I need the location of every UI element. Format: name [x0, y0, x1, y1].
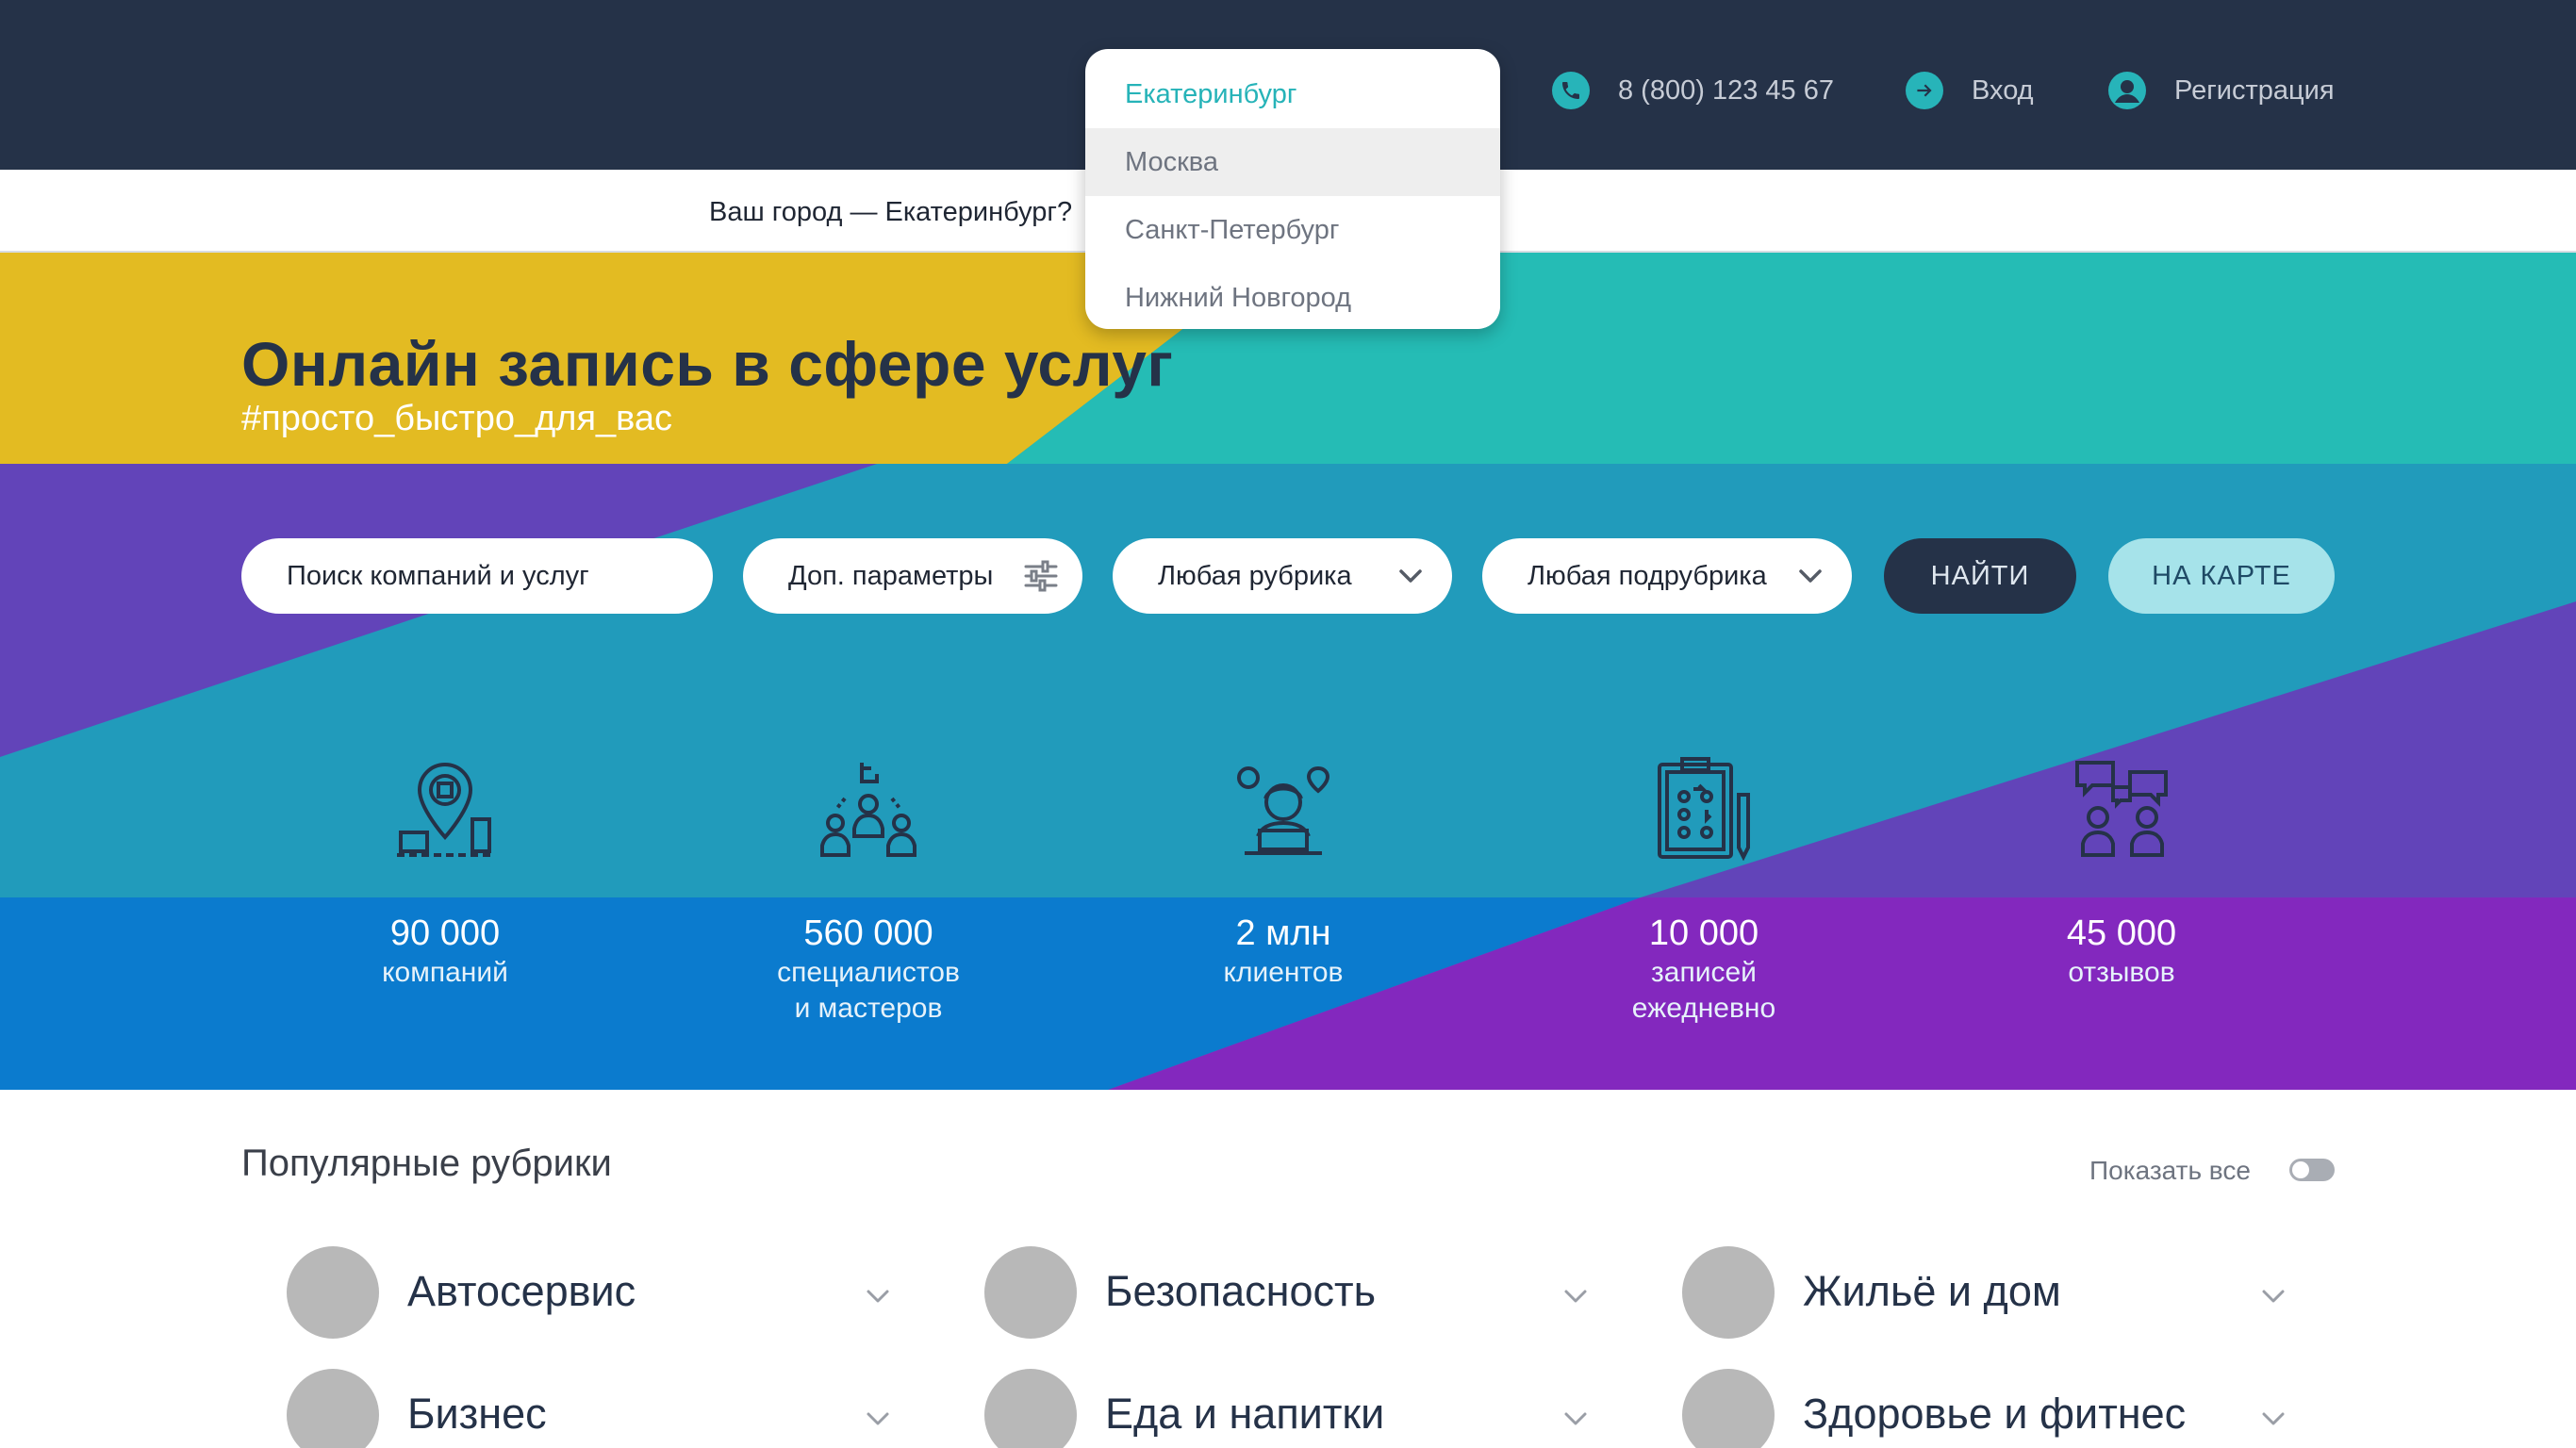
- chevron-down-icon[interactable]: [2259, 1282, 2287, 1310]
- login-link[interactable]: Вход: [1906, 62, 2034, 119]
- client-laptop-icon: [1237, 765, 1330, 855]
- extra-params-button[interactable]: Доп. параметры: [743, 538, 1082, 614]
- people-chat-icon: [2075, 761, 2168, 857]
- stat-value: 2 млн: [1235, 913, 1331, 953]
- stat-value: 45 000: [2066, 913, 2177, 953]
- map-pin-buildings-icon: [397, 762, 493, 857]
- stat-value: 10 000: [1648, 913, 1759, 953]
- phone-number: 8 (800) 123 45 67: [1618, 74, 1834, 106]
- stat-value: 560 000: [803, 913, 933, 953]
- specialists-group-icon: [820, 763, 916, 857]
- category-name: Безопасность: [1105, 1267, 1377, 1315]
- category-image: [287, 1246, 379, 1339]
- category-item[interactable]: Еда и напитки: [984, 1369, 1607, 1448]
- category-name: Еда и напитки: [1105, 1390, 1385, 1438]
- search-row: Поиск компаний и услуг Доп. параметры Лю…: [0, 538, 2576, 614]
- register-link[interactable]: Регистрация: [2108, 62, 2335, 119]
- city-option[interactable]: Москва: [1085, 128, 1500, 196]
- category-name: Автосервис: [407, 1267, 636, 1315]
- clipboard-pen-icon: [1658, 757, 1750, 861]
- login-label: Вход: [1972, 74, 2034, 106]
- search-input[interactable]: Поиск компаний и услуг: [241, 538, 713, 614]
- toggle-knob: [2292, 1161, 2309, 1178]
- category-name: Бизнес: [407, 1390, 547, 1438]
- category-item[interactable]: Бизнес: [287, 1369, 909, 1448]
- stat-label-line: ежедневно: [1631, 993, 1776, 1024]
- city-option[interactable]: Екатеринбург: [1085, 60, 1500, 128]
- category-image: [287, 1369, 379, 1448]
- category-image: [1682, 1246, 1775, 1339]
- chevron-down-icon: [1799, 569, 1822, 583]
- category-item[interactable]: Здоровье и фитнес: [1682, 1369, 2304, 1448]
- category-image: [1682, 1369, 1775, 1448]
- user-icon: [2108, 72, 2146, 109]
- map-button[interactable]: НА КАРТЕ: [2108, 538, 2335, 614]
- category-name: Жильё и дом: [1803, 1267, 2061, 1315]
- hero-subtitle: #просто_быстро_для_вас: [241, 399, 673, 438]
- chevron-down-icon[interactable]: [1561, 1282, 1590, 1310]
- search-placeholder: Поиск компаний и услуг: [287, 560, 589, 591]
- popular-rubrics-title: Популярные рубрики: [241, 1143, 612, 1184]
- rubric-label: Любая рубрика: [1158, 560, 1352, 591]
- header-phone[interactable]: 8 (800) 123 45 67: [1552, 62, 1834, 119]
- stat-label-line: и мастеров: [794, 993, 943, 1024]
- category-item[interactable]: Безопасность: [984, 1246, 1607, 1341]
- category-name: Здоровье и фитнес: [1803, 1390, 2187, 1438]
- register-label: Регистрация: [2174, 74, 2335, 106]
- phone-icon: [1552, 72, 1590, 109]
- category-image: [984, 1246, 1077, 1339]
- subrubric-select[interactable]: Любая подрубрика: [1482, 538, 1852, 614]
- city-dropdown[interactable]: Екатеринбург Москва Санкт-Петербург Нижн…: [1085, 49, 1500, 329]
- city-option[interactable]: Санкт-Петербург: [1085, 196, 1500, 264]
- hero-title: Онлайн запись в сфере услуг: [241, 329, 1174, 399]
- stat-label-line: компаний: [382, 957, 508, 988]
- rubric-select[interactable]: Любая рубрика: [1113, 538, 1452, 614]
- show-all-toggle[interactable]: [2289, 1159, 2335, 1181]
- chevron-down-icon[interactable]: [864, 1405, 892, 1433]
- show-all-label: Показать все: [2089, 1156, 2251, 1185]
- category-item[interactable]: Жильё и дом: [1682, 1246, 2304, 1341]
- stat-label: записей ежедневно: [1581, 955, 1826, 1027]
- chevron-down-icon[interactable]: [864, 1282, 892, 1310]
- sliders-icon: [1024, 560, 1058, 592]
- stat-value: 90 000: [389, 913, 501, 953]
- params-label: Доп. параметры: [788, 560, 994, 591]
- category-item[interactable]: Автосервис: [287, 1246, 909, 1341]
- subrubric-label: Любая подрубрика: [1527, 560, 1767, 591]
- city-option[interactable]: Нижний Новгород: [1085, 264, 1500, 329]
- chevron-down-icon: [1399, 569, 1422, 583]
- chevron-down-icon[interactable]: [1561, 1405, 1590, 1433]
- login-arrow-icon: [1906, 72, 1943, 109]
- stat-label: отзывов: [1999, 955, 2244, 991]
- stat-label-line: специалистов: [777, 957, 960, 988]
- stat-label: специалистов и мастеров: [746, 955, 991, 1027]
- stat-label: клиентов: [1161, 955, 1406, 991]
- stat-label-line: отзывов: [2068, 957, 2175, 988]
- stat-label-line: записей: [1651, 957, 1757, 988]
- stat-label-line: клиентов: [1223, 957, 1344, 988]
- category-image: [984, 1369, 1077, 1448]
- hero-banner: Онлайн запись в сфере услуг #просто_быст…: [0, 253, 2576, 1090]
- find-button[interactable]: НАЙТИ: [1884, 538, 2076, 614]
- city-question[interactable]: Ваш город — Екатеринбург?: [709, 197, 1072, 228]
- chevron-down-icon[interactable]: [2259, 1405, 2287, 1433]
- stat-label: компаний: [322, 955, 568, 991]
